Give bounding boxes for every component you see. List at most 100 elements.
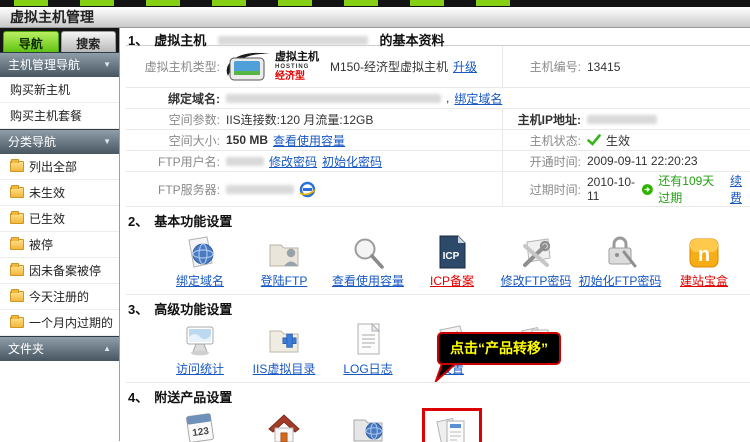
sidebar-item-label: 因未备案被停 xyxy=(29,262,101,279)
bonus-products-row: 123 计数器 企业邮局管理 xyxy=(126,403,750,442)
upgrade-link[interactable]: 升级 xyxy=(453,58,477,75)
folder-globe-icon xyxy=(326,408,410,442)
redacted-domain xyxy=(226,94,441,103)
row-space-params: 空间参数: IIS连接数:120 月流量:12GB 主机IP地址: xyxy=(126,109,750,130)
page-title: 虚拟主机管理 xyxy=(10,7,94,27)
ip-label: 主机IP地址: xyxy=(503,111,587,128)
section-bonus-products-title: 4、附送产品设置 xyxy=(126,383,750,403)
transfer-documents-icon xyxy=(428,412,476,442)
status-label: 主机状态: xyxy=(503,132,587,149)
folder-icon xyxy=(10,317,24,328)
fn-change-ftp-password[interactable]: 修改FTP密码 xyxy=(494,232,578,290)
ftp-login-icon xyxy=(242,232,326,270)
mail-house-icon xyxy=(242,408,326,442)
space-size-value: 150 MB xyxy=(226,133,268,147)
fn-site-builder-box[interactable]: n 建站宝盒 xyxy=(662,232,746,290)
folder-icon xyxy=(10,239,24,250)
expire-time-value: 2010-10-11 xyxy=(587,175,637,203)
fn-product-transfer[interactable]: 产品转移 xyxy=(410,408,494,442)
redacted-ftp-user xyxy=(226,157,264,166)
section-basic-info-title: 1、虚拟主机 的基本资料 xyxy=(126,28,750,46)
icp-document-icon: ICP xyxy=(410,232,494,270)
fn-log-files[interactable]: LOG日志 xyxy=(326,320,410,378)
domain-label: 绑定域名: xyxy=(126,90,226,107)
renew-link[interactable]: 续费 xyxy=(730,172,750,206)
sidebar: 导航 搜索 主机管理导航 ▼ 购买新主机 购买主机套餐 分类导航 ▼ 列出全部 xyxy=(0,28,120,441)
tab-search[interactable]: 搜索 xyxy=(61,31,117,52)
top-nav-strip-right xyxy=(522,0,750,7)
monitor-stats-icon xyxy=(158,320,242,358)
fn-visit-stats[interactable]: 访问统计 xyxy=(158,320,242,378)
sidebar-item-buy-new-host[interactable]: 购买新主机 xyxy=(0,77,119,103)
open-time-value: 2009-09-11 22:20:23 xyxy=(587,154,698,168)
sidebar-item-registered-today[interactable]: 今天注册的 xyxy=(0,284,119,310)
virtual-host-manager-window: 虚拟主机管理 导航 搜索 主机管理导航 ▼ 购买新主机 购买主机套餐 分类导航 … xyxy=(0,0,750,442)
redacted-ip xyxy=(587,115,657,124)
chevron-down-icon: ▼ xyxy=(103,137,111,146)
space-params-label: 空间参数: xyxy=(126,111,226,128)
sidebar-item-buy-host-package[interactable]: 购买主机套餐 xyxy=(0,103,119,129)
log-document-icon xyxy=(326,320,410,358)
bind-domain-icon xyxy=(158,232,242,270)
folder-icon xyxy=(10,213,24,224)
fn-enterprise-mail[interactable]: 企业邮局管理 xyxy=(242,408,326,442)
sidebar-item-active[interactable]: 已生效 xyxy=(0,206,119,232)
basic-functions-row: 绑定域名 登陆FTP xyxy=(126,227,750,295)
magnifier-icon xyxy=(326,232,410,270)
ie-icon[interactable] xyxy=(299,181,316,198)
sidebar-item-suspended-no-icp[interactable]: 因未备案被停 xyxy=(0,258,119,284)
top-nav-strip xyxy=(0,0,750,7)
ftp-user-label: FTP用户名: xyxy=(126,153,226,170)
title-bar: 虚拟主机管理 xyxy=(0,7,750,28)
change-password-link[interactable]: 修改密码 xyxy=(269,153,317,170)
chevron-down-icon: ▼ xyxy=(103,60,111,69)
hosting-badge-icon: 虚拟主机 HOSTING 经济型 xyxy=(226,50,319,84)
sidebar-item-list-all[interactable]: 列出全部 xyxy=(0,154,119,180)
fn-icp-record[interactable]: ICP ICP备案 xyxy=(410,232,494,290)
svg-text:n: n xyxy=(698,244,710,266)
host-id-value: 13415 xyxy=(587,60,620,74)
sidebar-section-folders[interactable]: 文件夹 ▲ xyxy=(0,336,119,361)
sidebar-item-label: 列出全部 xyxy=(29,158,77,175)
folder-plus-icon xyxy=(242,320,326,358)
fn-database-mgmt[interactable]: 数据库管理 xyxy=(326,408,410,442)
sidebar-item-label: 被停 xyxy=(29,236,53,253)
redacted-ftp-server xyxy=(226,185,294,194)
svg-text:ICP: ICP xyxy=(443,251,460,262)
sidebar-section-host-management[interactable]: 主机管理导航 ▼ xyxy=(0,52,119,77)
host-id-label: 主机编号: xyxy=(503,58,587,75)
padlock-icon xyxy=(578,232,662,270)
fn-counter[interactable]: 123 计数器 xyxy=(158,408,242,442)
sidebar-item-expiring-in-month[interactable]: 一个月内过期的 xyxy=(0,310,119,336)
row-host-type: 虚拟主机类型: 虚拟主机 HOSTING xyxy=(126,46,750,88)
row-space-size: 空间大小: 150 MB 查看使用容量 主机状态: 生效 xyxy=(126,130,750,151)
callout-click-product-transfer: 点击“产品转移” xyxy=(437,332,561,365)
tab-navigation[interactable]: 导航 xyxy=(3,31,59,52)
highlight-box: 产品转移 xyxy=(422,408,482,442)
space-size-label: 空间大小: xyxy=(126,132,226,149)
sidebar-section-category-nav[interactable]: 分类导航 ▼ xyxy=(0,129,119,154)
ftp-server-label: FTP服务器: xyxy=(126,181,226,198)
view-usage-link[interactable]: 查看使用容量 xyxy=(273,132,345,149)
status-value: 生效 xyxy=(606,132,630,149)
fn-login-ftp[interactable]: 登陆FTP xyxy=(242,232,326,290)
bind-domain-link[interactable]: 绑定域名 xyxy=(454,90,502,107)
space-params-value: IIS连接数:120 月流量:12GB xyxy=(226,111,373,128)
fn-bind-domain[interactable]: 绑定域名 xyxy=(158,232,242,290)
section-basic-functions-title: 2、基本功能设置 xyxy=(126,207,750,227)
row-ftp-server: FTP服务器: 过期时间: 2010-10-11 xyxy=(126,172,750,207)
sidebar-section-title: 主机管理导航 xyxy=(8,56,80,73)
section-advanced-functions-title: 3、高级功能设置 xyxy=(126,295,750,315)
nbox-icon: n xyxy=(662,232,746,270)
fn-iis-virtual-dir[interactable]: IIS虚拟目录 xyxy=(242,320,326,378)
sidebar-item-suspended[interactable]: 被停 xyxy=(0,232,119,258)
row-bound-domain: 绑定域名: , 绑定域名 xyxy=(126,88,750,109)
fn-init-ftp-password[interactable]: 初始化FTP密码 xyxy=(578,232,662,290)
host-type-value: M150-经济型虚拟主机 xyxy=(330,58,448,75)
chevron-up-icon: ▲ xyxy=(103,344,111,353)
init-password-link[interactable]: 初始化密码 xyxy=(322,153,382,170)
fn-view-usage[interactable]: 查看使用容量 xyxy=(326,232,410,290)
sidebar-item-not-active[interactable]: 未生效 xyxy=(0,180,119,206)
counter-123-icon: 123 xyxy=(158,408,242,442)
sidebar-section-title: 分类导航 xyxy=(8,133,56,150)
